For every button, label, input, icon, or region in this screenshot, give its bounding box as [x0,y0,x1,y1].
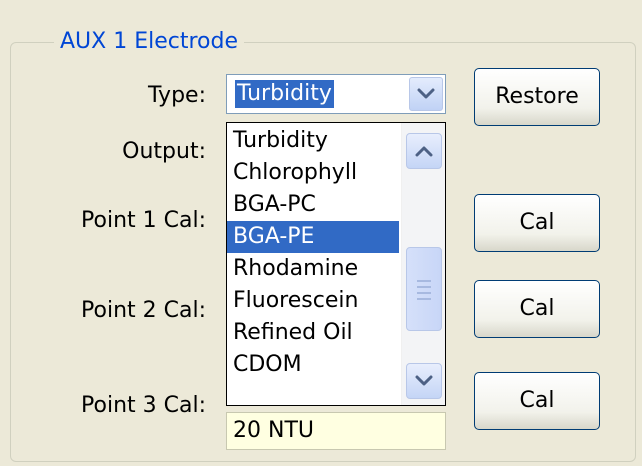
type-combobox[interactable]: Turbidity [226,74,446,114]
type-option-bga-pc[interactable]: BGA-PC [227,189,399,221]
type-label: Type: [148,83,206,108]
point1-cal-button[interactable]: Cal [474,194,600,252]
scroll-down-button[interactable] [406,363,442,399]
type-option-rhodamine[interactable]: Rhodamine [227,253,399,285]
restore-button[interactable]: Restore [474,68,600,126]
point2-cal-label: Point 2 Cal: [81,298,206,323]
type-combobox-value: Turbidity [235,80,334,108]
output-label: Output: [122,139,206,164]
point2-cal-button[interactable]: Cal [474,280,600,338]
point3-cal-button[interactable]: Cal [474,372,600,430]
type-option-turbidity[interactable]: Turbidity [227,125,399,157]
point3-cal-input[interactable]: 20 NTU [226,412,446,450]
type-option-refined-oil[interactable]: Refined Oil [227,317,399,349]
scroll-grip-icon [417,298,431,300]
type-option-bga-pe[interactable]: BGA-PE [227,221,399,253]
type-options-list: Turbidity Chlorophyll BGA-PC BGA-PE Rhod… [227,125,399,381]
chevron-down-icon [415,375,433,386]
scroll-grip-icon [417,286,431,288]
chevron-down-icon [417,88,435,99]
scroll-grip-icon [417,292,431,294]
type-option-chlorophyll[interactable]: Chlorophyll [227,157,399,189]
point1-cal-label: Point 1 Cal: [81,208,206,233]
type-option-cdom[interactable]: CDOM [227,349,399,381]
scroll-grip-icon [417,280,431,282]
groupbox-title: AUX 1 Electrode [54,28,244,56]
scroll-up-button[interactable] [406,133,442,169]
type-dropdown-list[interactable]: Turbidity Chlorophyll BGA-PC BGA-PE Rhod… [226,122,446,406]
type-option-fluorescein[interactable]: Fluorescein [227,285,399,317]
chevron-up-icon [415,146,433,157]
aux1-electrode-panel: AUX 1 Electrode Type: Output: Point 1 Ca… [0,0,642,466]
type-combobox-dropdown-button[interactable] [409,77,443,111]
scroll-thumb[interactable] [406,247,442,331]
point3-cal-label: Point 3 Cal: [81,393,206,418]
dropdown-scrollbar[interactable] [401,123,445,405]
